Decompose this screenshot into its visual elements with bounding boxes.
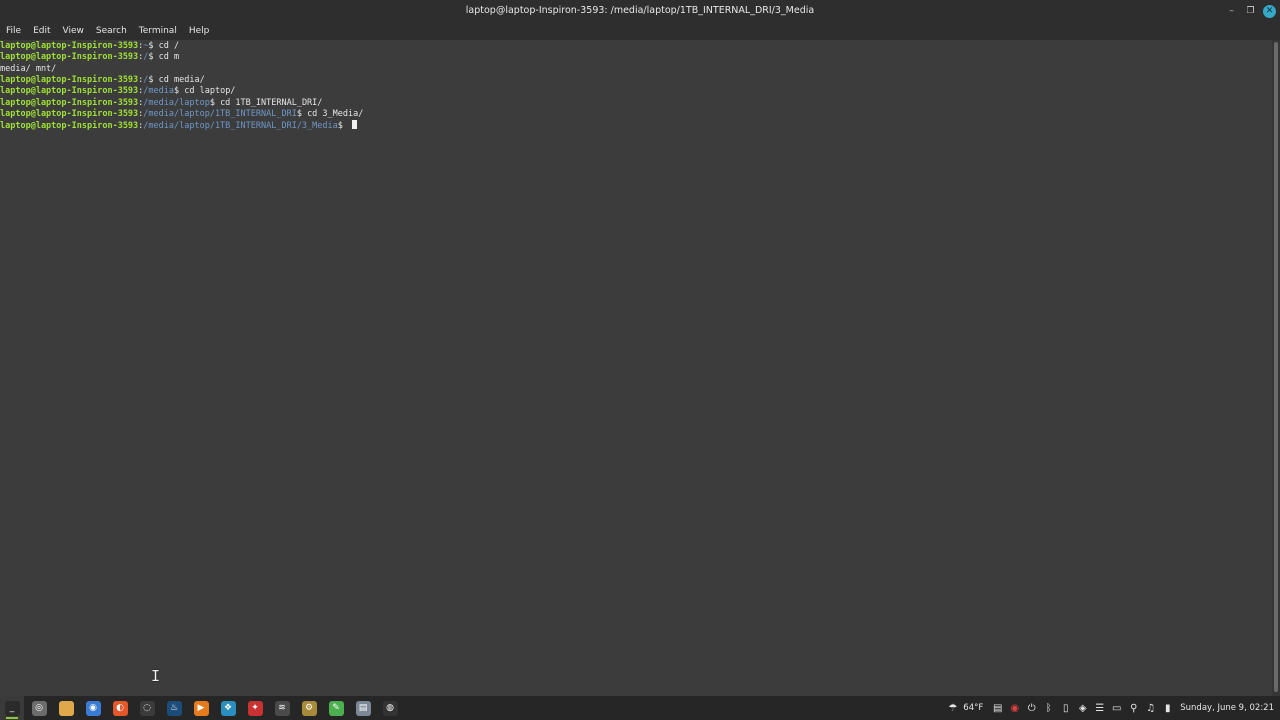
media-player-button[interactable]: ▶ (189, 696, 213, 720)
temperature-label[interactable]: 64°F (961, 703, 989, 713)
command-output: media/ mnt/ (0, 63, 57, 74)
clipboard-icon[interactable]: ▯ (1057, 696, 1074, 720)
notes-app-icon: ▤ (355, 700, 371, 716)
chrome-app-icon: ◉ (85, 700, 101, 716)
prompt-command: $ cd m (148, 52, 180, 63)
terminal-app-icon: _ (4, 700, 20, 716)
window-title: laptop@laptop-Inspiron-3593: /media/lapt… (465, 5, 815, 16)
prompt-user: laptop@laptop-Inspiron-3593 (0, 121, 139, 132)
game-app-icon: ✦ (247, 700, 263, 716)
minimize-icon[interactable]: – (1225, 5, 1238, 18)
prompt-path: /media/laptop (143, 97, 210, 108)
terminal-line: laptop@laptop-Inspiron-3593:/$ cd media/ (0, 75, 1272, 86)
menu-file[interactable]: File (0, 22, 27, 40)
network-icon[interactable]: ◈ (1074, 696, 1091, 720)
drone-app-button[interactable]: ≋ (270, 696, 294, 720)
terminal-cursor (352, 120, 358, 130)
text-cursor-icon: I (151, 667, 161, 685)
terminal-line: laptop@laptop-Inspiron-3593:/media/lapto… (0, 120, 1272, 131)
menu-view[interactable]: View (57, 22, 90, 40)
volume-icon[interactable]: ♫ (1142, 696, 1159, 720)
menu-help[interactable]: Help (183, 22, 216, 40)
battery-icon[interactable]: ▮ (1159, 696, 1176, 720)
weather-icon[interactable]: ☂ (944, 696, 961, 720)
prompt-path: /media/laptop/1TB_INTERNAL_DRI (143, 109, 297, 120)
game-app-button[interactable]: ✦ (243, 696, 267, 720)
terminal-line: laptop@laptop-Inspiron-3593:/media$ cd l… (0, 86, 1272, 97)
mint-app-icon: ◍ (382, 700, 398, 716)
removable-drive-icon[interactable]: ⚲ (1125, 696, 1142, 720)
terminal-line: laptop@laptop-Inspiron-3593:~$ cd / (0, 41, 1272, 52)
prompt-path: /media/laptop/1TB_INTERNAL_DRI/3_Media (143, 121, 338, 132)
prompt-user: laptop@laptop-Inspiron-3593 (0, 52, 139, 63)
settings-app-icon: ⚙ (301, 700, 317, 716)
menu-terminal[interactable]: Terminal (133, 22, 183, 40)
terminal-line: laptop@laptop-Inspiron-3593:/$ cd m (0, 52, 1272, 63)
screenshot-app-icon: ◎ (31, 700, 47, 716)
drone-app-icon: ≋ (274, 700, 290, 716)
taskbar: _ ◎ ◉ ◐ ◌ ♨ ▶ ❖ ✦ ≋ ⚙ ✎ ▤ ◍ ☂ 64°F ▤ ◉ ⏻ ᛒ ▯ ◈ ☰ ▭ ⚲ … (0, 696, 1280, 720)
update-tray-icon[interactable]: ◉ (1006, 696, 1023, 720)
terminal-line: media/ mnt/ (0, 64, 1272, 75)
kodi-app-button[interactable]: ❖ (216, 696, 240, 720)
power-tray-icon[interactable]: ⏻ (1023, 696, 1040, 720)
prompt-user: laptop@laptop-Inspiron-3593 (0, 97, 139, 108)
steam-app-icon: ♨ (166, 700, 182, 716)
terminal-window: laptop@laptop-Inspiron-3593: /media/lapt… (0, 0, 1280, 697)
editor-app-icon: ✎ (328, 700, 344, 716)
screenshot-app-button[interactable]: ◎ (27, 696, 51, 720)
notes-tray-icon[interactable]: ▤ (989, 696, 1006, 720)
prompt-command: $ cd 3_Media/ (296, 109, 364, 120)
files-app-button[interactable] (54, 696, 78, 720)
firefox-app-icon: ◐ (112, 700, 128, 716)
obs-app-icon: ◌ (139, 700, 155, 716)
bluetooth-icon[interactable]: ᛒ (1040, 696, 1057, 720)
chrome-app-button[interactable]: ◉ (81, 696, 105, 720)
media-player-icon: ▶ (193, 700, 209, 716)
menu-bar: File Edit View Search Terminal Help (0, 22, 1280, 40)
prompt-user: laptop@laptop-Inspiron-3593 (0, 86, 139, 97)
steam-app-button[interactable]: ♨ (162, 696, 186, 720)
prompt-user: laptop@laptop-Inspiron-3593 (0, 75, 139, 86)
system-tray: ☂ 64°F ▤ ◉ ⏻ ᛒ ▯ ◈ ☰ ▭ ⚲ ♫ ▮ Sunday, Jun… (944, 696, 1274, 720)
terminal-app-button[interactable]: _ (0, 696, 24, 720)
kodi-app-icon: ❖ (220, 700, 236, 716)
taskbar-apps: _ ◎ ◉ ◐ ◌ ♨ ▶ ❖ ✦ ≋ ⚙ ✎ ▤ ◍ (0, 696, 405, 720)
prompt-command: $ cd laptop/ (174, 86, 236, 97)
menu-search[interactable]: Search (90, 22, 133, 40)
files-app-icon (58, 700, 74, 716)
editor-app-button[interactable]: ✎ (324, 696, 348, 720)
clock-label[interactable]: Sunday, June 9, 02:21 (1176, 703, 1274, 713)
terminal-scrollbar[interactable] (1272, 40, 1280, 696)
prompt-path: /media (143, 86, 175, 97)
maximize-icon[interactable]: ❐ (1244, 5, 1257, 18)
wifi-icon[interactable]: ☰ (1091, 696, 1108, 720)
obs-app-button[interactable]: ◌ (135, 696, 159, 720)
prompt-user: laptop@laptop-Inspiron-3593 (0, 109, 139, 120)
scrollbar-thumb[interactable] (1274, 42, 1278, 692)
prompt-command: $ (337, 121, 349, 132)
prompt-user: laptop@laptop-Inspiron-3593 (0, 41, 139, 51)
prompt-command: $ cd / (148, 41, 180, 51)
terminal-output[interactable]: laptop@laptop-Inspiron-3593:~$ cd / lapto… (0, 40, 1272, 697)
prompt-command: $ cd 1TB_INTERNAL_DRI/ (209, 97, 323, 108)
settings-app-button[interactable]: ⚙ (297, 696, 321, 720)
terminal-line: laptop@laptop-Inspiron-3593:/media/lapto… (0, 98, 1272, 109)
display-icon[interactable]: ▭ (1108, 696, 1125, 720)
close-icon[interactable]: ✕ (1263, 4, 1276, 18)
window-controls: – ❐ ✕ (1225, 0, 1276, 22)
window-titlebar[interactable]: laptop@laptop-Inspiron-3593: /media/lapt… (0, 0, 1280, 22)
firefox-app-button[interactable]: ◐ (108, 696, 132, 720)
prompt-command: $ cd media/ (148, 75, 205, 86)
mint-app-button[interactable]: ◍ (378, 696, 402, 720)
notes-app-button[interactable]: ▤ (351, 696, 375, 720)
terminal-line: laptop@laptop-Inspiron-3593:/media/lapto… (0, 109, 1272, 120)
menu-edit[interactable]: Edit (27, 22, 56, 40)
